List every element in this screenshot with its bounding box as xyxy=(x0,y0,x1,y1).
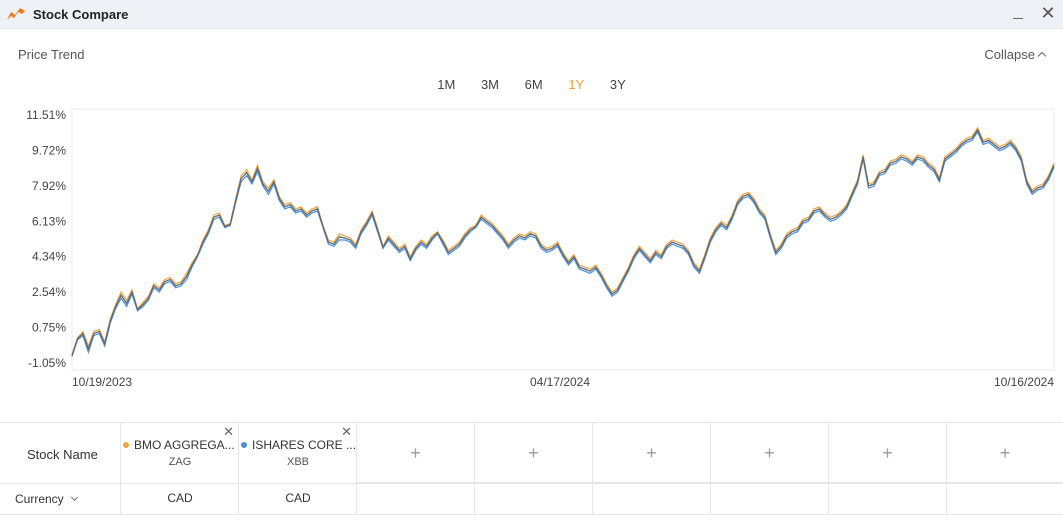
table-bottom-border xyxy=(0,514,1063,515)
empty-currency-5 xyxy=(593,484,711,514)
y-tick-label: 6.13% xyxy=(32,214,66,228)
empty-currency-4 xyxy=(475,484,593,514)
currency-dropdown[interactable]: Currency xyxy=(15,492,79,506)
collapse-button[interactable]: Collapse xyxy=(984,47,1047,62)
y-tick-label: 7.92% xyxy=(32,179,66,193)
empty-currency-6 xyxy=(711,484,829,514)
y-tick-label: 11.51% xyxy=(26,108,66,122)
y-tick-label: -1.05% xyxy=(28,356,66,370)
period-1m[interactable]: 1M xyxy=(437,77,455,92)
series-1-dot xyxy=(123,442,129,448)
plot-area xyxy=(71,108,1055,371)
empty-currency-7 xyxy=(829,484,947,514)
currency-label: Currency xyxy=(15,492,64,506)
stock-1-name: BMO AGGREGA... xyxy=(123,438,235,452)
price-trend-chart: 11.51% 9.72% 7.92% 6.13% 4.34% 2.54% 0.75% -1.0… xyxy=(26,108,1055,389)
stock-1-currency: CAD xyxy=(167,491,193,505)
x-tick-label: 04/17/2024 xyxy=(530,375,590,389)
period-6m[interactable]: 6M xyxy=(525,77,543,92)
period-3m[interactable]: 3M xyxy=(481,77,499,92)
stock-2-ticker: XBB xyxy=(286,456,309,468)
title-bar: Stock Compare ✕ xyxy=(0,0,1063,29)
add-stock-slot-6[interactable]: + xyxy=(711,423,829,483)
chevron-down-icon xyxy=(70,493,79,502)
series-2-dot xyxy=(241,442,247,448)
app-logo-icon xyxy=(7,8,25,20)
stock-2-name: ISHARES CORE ... xyxy=(241,438,356,452)
stock-1-name-text: BMO AGGREGA... xyxy=(134,438,235,452)
stock-column-2: ✕ ISHARES CORE ... XBB CAD xyxy=(239,423,357,514)
series-line-2 xyxy=(71,130,1055,357)
chevron-up-icon xyxy=(1037,51,1047,61)
period-1y[interactable]: 1Y xyxy=(568,77,584,92)
y-axis: 11.51% 9.72% 7.92% 6.13% 4.34% 2.54% 0.75% -1.0… xyxy=(26,108,66,370)
series-overlay-line xyxy=(71,128,1055,356)
compare-table: Stock Name Currency ✕ BMO AGGREGA... ZAG… xyxy=(0,422,1063,520)
add-stock-slot-5[interactable]: + xyxy=(593,423,711,483)
add-stock-slot-4[interactable]: + xyxy=(475,423,593,483)
add-stock-slot-3[interactable]: + xyxy=(357,423,475,483)
add-stock-slot-8[interactable]: + xyxy=(947,423,1063,483)
series-group xyxy=(71,126,1055,357)
y-tick-label: 9.72% xyxy=(32,143,66,157)
section-title: Price Trend xyxy=(18,47,85,62)
y-tick-label: 0.75% xyxy=(32,321,66,335)
empty-currency-3 xyxy=(357,484,475,514)
window-title: Stock Compare xyxy=(33,7,129,22)
stock-2-name-text: ISHARES CORE ... xyxy=(252,438,357,452)
period-3y[interactable]: 3Y xyxy=(610,77,626,92)
plot-frame xyxy=(71,108,1055,371)
x-tick-label: 10/16/2024 xyxy=(994,375,1054,389)
stock-name-label: Stock Name xyxy=(27,447,98,462)
y-tick-label: 4.34% xyxy=(32,250,66,264)
stock-column-1: ✕ BMO AGGREGA... ZAG CAD xyxy=(121,423,239,514)
collapse-label: Collapse xyxy=(984,47,1035,62)
x-axis: 10/19/2023 04/17/2024 10/16/2024 xyxy=(72,375,1054,389)
close-button[interactable]: ✕ xyxy=(1040,4,1056,22)
header-column: Stock Name Currency xyxy=(0,423,121,514)
x-tick-label: 10/19/2023 xyxy=(72,375,132,389)
period-selector: 1M 3M 6M 1Y 3Y xyxy=(0,77,1063,92)
y-tick-label: 2.54% xyxy=(32,285,66,299)
add-stock-slot-7[interactable]: + xyxy=(829,423,947,483)
minimize-button[interactable] xyxy=(1011,7,1025,21)
stock-2-currency: CAD xyxy=(285,491,311,505)
stock-1-ticker: ZAG xyxy=(168,456,192,468)
